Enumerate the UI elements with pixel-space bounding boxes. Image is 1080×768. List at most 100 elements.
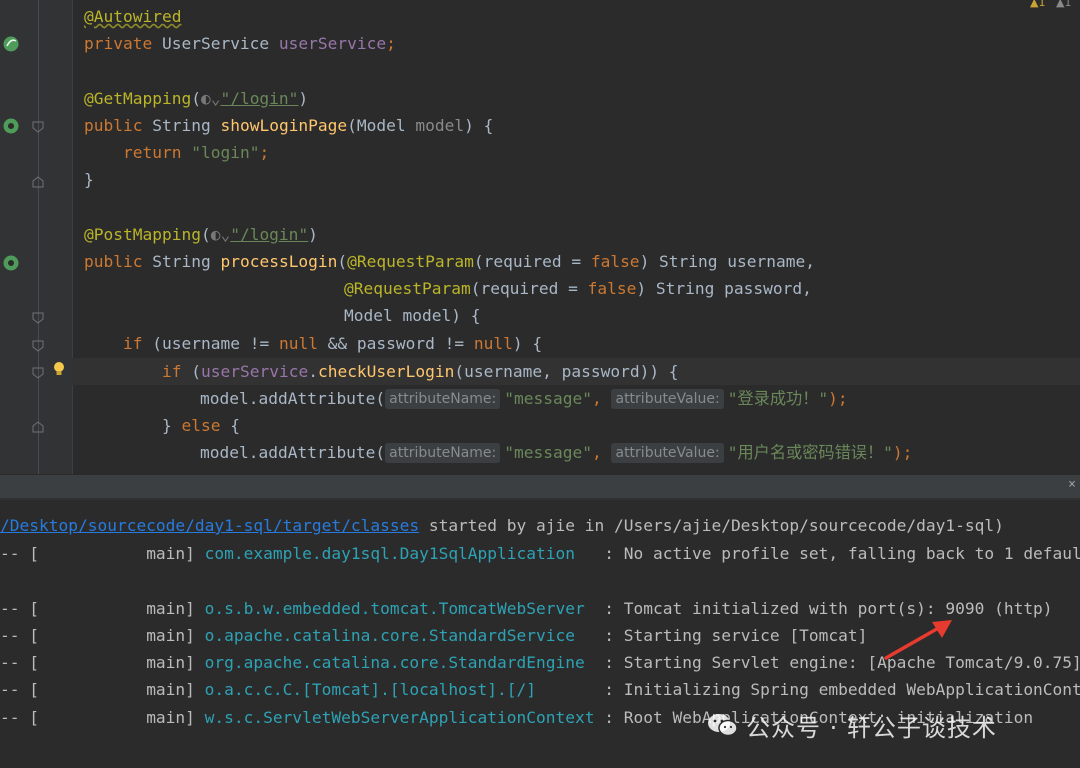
keyword: null xyxy=(278,334,318,353)
code-line-9: @PostMapping(◐⌄"/login") xyxy=(84,221,318,248)
code-line-17: model.addAttribute(attributeName: "messag… xyxy=(200,439,912,466)
log-row: -- [ main] o.a.c.c.C.[Tomcat].[localhost… xyxy=(0,676,1080,703)
fold-icon[interactable] xyxy=(32,340,44,352)
method-name: processLogin xyxy=(220,252,338,271)
punct: ); xyxy=(892,443,913,462)
expr: (username != xyxy=(152,334,279,353)
watermark-text: 公众号 · 轩公子谈技术 xyxy=(746,713,997,742)
string: "message" xyxy=(504,443,592,462)
fold-icon[interactable] xyxy=(32,421,44,433)
endpoint-icon[interactable] xyxy=(2,254,20,272)
weak-warning-count: 1 xyxy=(1064,0,1072,9)
punct: ( xyxy=(347,116,357,135)
url-link[interactable]: "/login" xyxy=(220,89,298,108)
keyword: private xyxy=(84,34,162,53)
punct: . xyxy=(308,362,318,381)
brace: { xyxy=(220,416,240,435)
path-link[interactable]: /Desktop/sourcecode/day1-sql/target/clas… xyxy=(0,516,419,535)
log-thread: main] xyxy=(146,708,195,727)
keyword: false xyxy=(590,252,640,271)
args: (username, password)) { xyxy=(454,362,679,381)
log-message: started by ajie in /Users/ajie/Desktop/s… xyxy=(419,516,1004,535)
type: UserService xyxy=(161,34,279,53)
code-line-11: @RequestParam(required = false) String p… xyxy=(344,275,812,302)
punct: ; xyxy=(259,143,270,162)
param-hint: attributeValue: xyxy=(611,389,724,409)
punct: ; xyxy=(386,34,396,53)
warning-indicator[interactable]: ▲1 xyxy=(1030,0,1045,9)
type: String xyxy=(152,116,221,135)
code-line-15: model.addAttribute(attributeName: "messag… xyxy=(200,385,848,412)
editor-gutter xyxy=(0,0,73,474)
log-prefix: -- [ xyxy=(0,599,39,618)
string: "登录成功！" xyxy=(727,389,829,408)
code-line-16: } else { xyxy=(162,412,240,439)
code-line-2: private UserService userService; xyxy=(84,30,396,57)
log-prefix: -- [ xyxy=(0,626,39,645)
param-hint: attributeValue: xyxy=(611,443,724,463)
code-line-10: public String processLogin(@RequestParam… xyxy=(84,248,815,275)
wechat-icon xyxy=(708,714,738,737)
watermark: 公众号 · 轩公子谈技术 xyxy=(706,705,997,745)
log-class-link[interactable]: w.s.c.ServletWebServerApplicationContext xyxy=(205,708,595,727)
fold-guide xyxy=(38,0,39,474)
code-line-6: return "login"; xyxy=(123,139,269,166)
keyword: false xyxy=(587,279,637,298)
punct: ( xyxy=(191,89,201,108)
log-message: : Initializing Spring embedded WebApplic… xyxy=(604,680,1080,699)
log-thread: main] xyxy=(146,680,195,699)
weak-warning-indicator[interactable]: ▲1 xyxy=(1056,0,1071,9)
annotation: @RequestParam xyxy=(344,279,471,298)
log-class-link[interactable]: o.apache.catalina.core.StandardService xyxy=(205,626,595,645)
keyword: return xyxy=(123,143,192,162)
expr: && password != xyxy=(317,334,474,353)
log-row: -- [ main] o.apache.catalina.core.Standa… xyxy=(0,622,867,649)
globe-icon[interactable]: ◐⌄ xyxy=(201,89,221,108)
args: (required = xyxy=(470,279,588,298)
log-class-link[interactable]: o.a.c.c.C.[Tomcat].[localhost].[/] xyxy=(205,680,595,699)
url-link[interactable]: "/login" xyxy=(230,225,308,244)
code-editor[interactable]: ▲1 ▲1 @Autowired private UserService use… xyxy=(0,0,1080,474)
brace: } xyxy=(162,416,182,435)
lightbulb-icon[interactable] xyxy=(52,361,66,377)
punct: ) xyxy=(308,225,318,244)
keyword: public xyxy=(84,116,153,135)
annotation: @GetMapping xyxy=(84,89,192,108)
args: Model model) { xyxy=(344,306,481,325)
code-line-4: @GetMapping(◐⌄"/login") xyxy=(84,85,308,112)
fold-icon[interactable] xyxy=(32,312,44,324)
fold-icon[interactable] xyxy=(32,121,44,133)
code-line-14: if (userService.checkUserLogin(username,… xyxy=(162,358,679,385)
type: String xyxy=(152,252,221,271)
console-line: /Desktop/sourcecode/day1-sql/target/clas… xyxy=(0,512,1004,539)
log-row: -- [ main] com.example.day1sql.Day1SqlAp… xyxy=(0,540,1080,567)
log-message: : Starting Servlet engine: [Apache Tomca… xyxy=(604,653,1080,672)
keyword: else xyxy=(181,416,221,435)
spring-bean-icon[interactable] xyxy=(2,35,20,53)
code-line-12: Model model) { xyxy=(344,302,480,329)
log-class-link[interactable]: com.example.day1sql.Day1SqlApplication xyxy=(205,544,595,563)
endpoint-icon[interactable] xyxy=(2,117,20,135)
code-line-7: } xyxy=(84,166,94,193)
globe-icon[interactable]: ◐⌄ xyxy=(211,225,231,244)
warning-count: 1 xyxy=(1038,0,1046,9)
args: ) String password, xyxy=(636,279,812,298)
punct: ( xyxy=(200,225,211,244)
args: ) String username, xyxy=(639,252,815,271)
fold-icon[interactable] xyxy=(32,176,44,188)
log-class-link[interactable]: org.apache.catalina.core.StandardEngine xyxy=(205,653,595,672)
log-class-link[interactable]: o.s.b.w.embedded.tomcat.TomcatWebServer xyxy=(205,599,595,618)
string: "用户名或密码错误！" xyxy=(727,443,893,462)
punct: , xyxy=(591,389,612,408)
panel-splitter[interactable]: × xyxy=(0,474,1080,500)
annotation: @RequestParam xyxy=(347,252,474,271)
punct: ); xyxy=(828,389,848,408)
log-thread: main] xyxy=(146,599,195,618)
punct: ( xyxy=(191,362,201,381)
fold-icon[interactable] xyxy=(32,367,44,379)
log-message: : Tomcat initialized with port(s): 9090 … xyxy=(604,599,1053,618)
string: "login" xyxy=(191,143,260,162)
param-hint: attributeName: xyxy=(385,443,501,463)
close-icon[interactable]: × xyxy=(1068,477,1076,492)
code-line-13: if (username != null && password != null… xyxy=(123,330,542,357)
